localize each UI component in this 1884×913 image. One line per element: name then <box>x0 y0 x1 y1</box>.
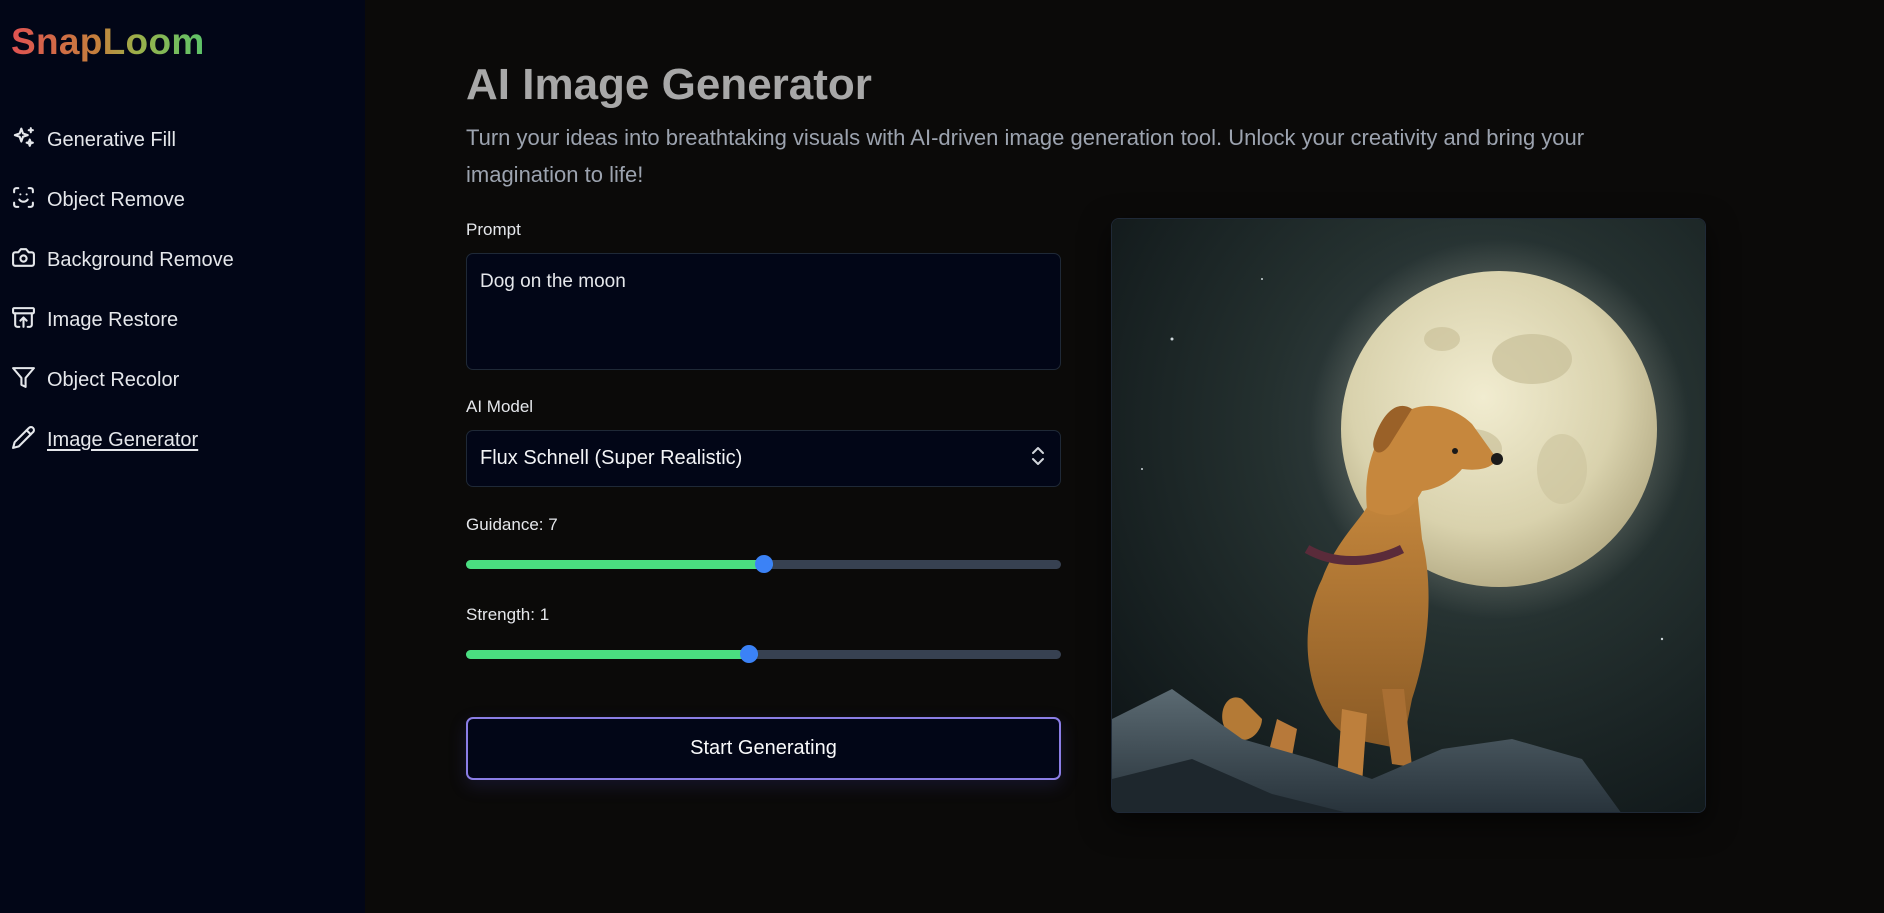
guidance-slider[interactable] <box>466 553 1061 575</box>
sidebar-nav: Generative Fill Object Remove Background… <box>0 110 365 470</box>
slider-thumb[interactable] <box>754 555 773 573</box>
slider-thumb[interactable] <box>739 645 758 663</box>
strength-label: Strength: 1 <box>466 605 550 624</box>
sidebar-item-label: Object Remove <box>47 188 185 211</box>
prompt-label: Prompt <box>466 220 521 239</box>
sidebar-item-generative-fill[interactable]: Generative Fill <box>0 110 365 170</box>
sparkles-icon <box>11 125 36 155</box>
sidebar-item-label: Background Remove <box>47 248 234 271</box>
page-title: AI Image Generator <box>466 60 872 109</box>
generated-image-art <box>1112 219 1705 812</box>
guidance-label: Guidance: 7 <box>466 515 558 534</box>
sidebar: SnapLoom Generative Fill Object Remove B… <box>0 0 365 913</box>
sidebar-item-label: Image Generator <box>47 428 199 451</box>
sidebar-item-object-recolor[interactable]: Object Recolor <box>0 350 365 410</box>
scan-face-icon <box>11 185 36 215</box>
sidebar-item-label: Generative Fill <box>47 128 176 151</box>
camera-icon <box>11 245 36 275</box>
prompt-input[interactable]: Dog on the moon <box>466 253 1061 370</box>
start-generating-button[interactable]: Start Generating <box>466 717 1061 780</box>
slider-fill <box>466 560 773 569</box>
generated-image <box>1111 218 1706 813</box>
app-logo[interactable]: SnapLoom <box>11 20 205 64</box>
archive-restore-icon <box>11 305 36 335</box>
sidebar-item-background-remove[interactable]: Background Remove <box>0 230 365 290</box>
filter-icon <box>11 365 36 395</box>
model-select-value: Flux Schnell (Super Realistic) <box>480 447 743 469</box>
sidebar-item-object-remove[interactable]: Object Remove <box>0 170 365 230</box>
sidebar-item-image-restore[interactable]: Image Restore <box>0 290 365 350</box>
strength-slider[interactable] <box>466 643 1061 665</box>
pencil-icon <box>11 425 36 455</box>
chevrons-up-down-icon <box>1029 445 1047 472</box>
slider-fill <box>466 650 758 659</box>
sidebar-item-label: Image Restore <box>47 308 179 331</box>
page-subtitle: Turn your ideas into breathtaking visual… <box>466 125 1585 187</box>
sidebar-item-label: Object Recolor <box>47 368 180 391</box>
sidebar-item-image-generator[interactable]: Image Generator <box>0 410 365 470</box>
model-label: AI Model <box>466 397 534 416</box>
model-select[interactable]: Flux Schnell (Super Realistic) <box>466 430 1061 487</box>
main-content: AI Image Generator Turn your ideas into … <box>365 0 1884 913</box>
